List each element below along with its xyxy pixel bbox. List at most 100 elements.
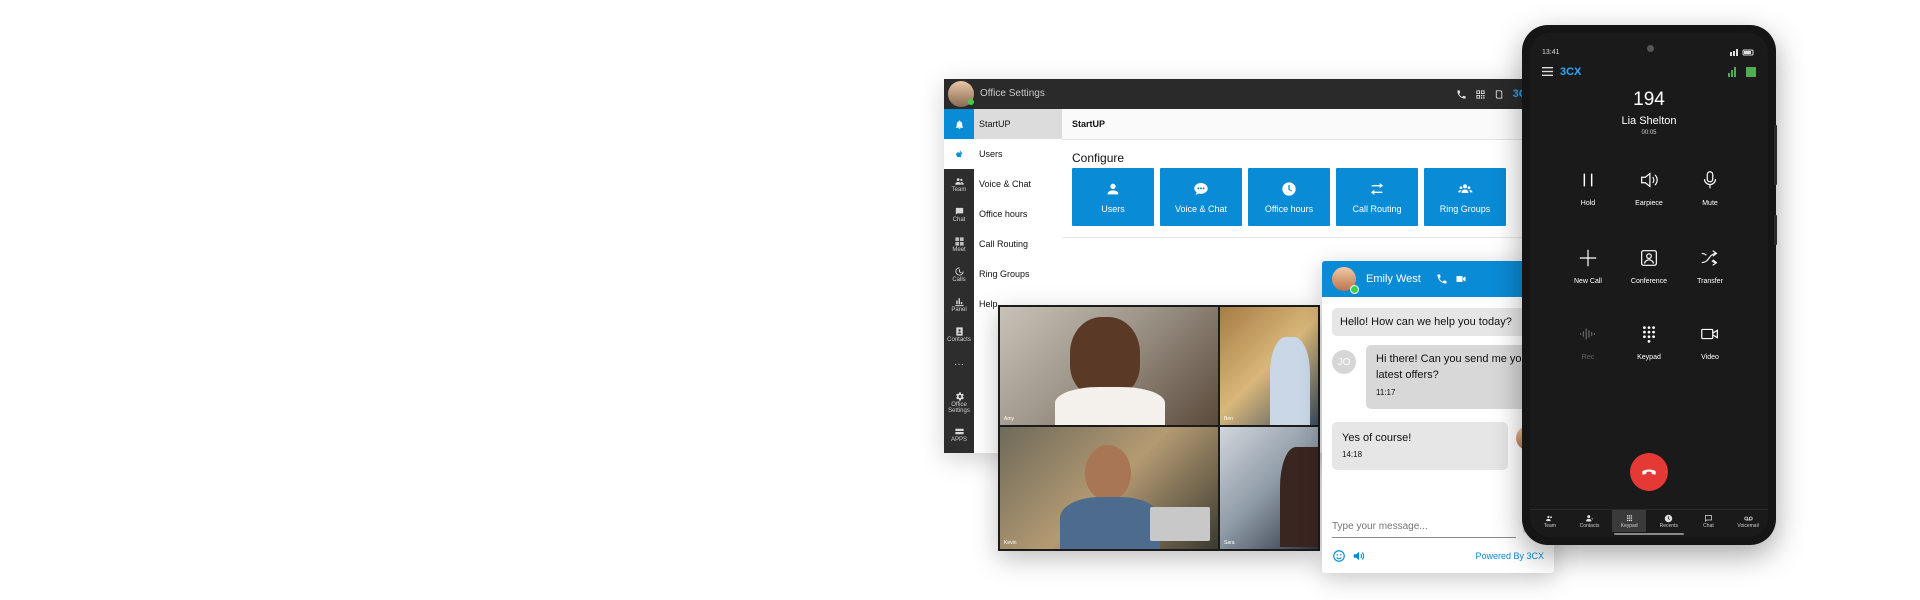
video-conference-grid: Amy Ben Kevin Sara	[998, 305, 1320, 551]
mobile-phone: 13:41 3CX 194 Lia Shelton 00:05 Hold Ear…	[1522, 25, 1777, 545]
menu-item-call-routing[interactable]: Call Routing	[974, 229, 1062, 259]
menu-item-startup[interactable]: StartUP	[974, 109, 1062, 139]
tile-voice-chat[interactable]: Voice & Chat	[1160, 168, 1242, 226]
camera-icon	[1647, 45, 1654, 52]
powered-by-link[interactable]: Powered By 3CX	[1475, 551, 1544, 561]
status-time: 13:41	[1542, 49, 1560, 56]
meet-icon	[954, 236, 964, 246]
window-title: Office Settings	[980, 88, 1045, 99]
nav-recents[interactable]: Recents	[1652, 510, 1686, 532]
rail-item-notifications[interactable]	[944, 109, 974, 139]
book-icon[interactable]	[1494, 89, 1505, 100]
mute-button[interactable]: Mute	[1680, 169, 1740, 207]
swap-arrows-icon	[1371, 182, 1383, 195]
microphone-icon	[1703, 171, 1717, 189]
home-indicator	[1614, 533, 1684, 535]
nav-contacts[interactable]: Contacts	[1572, 510, 1606, 532]
nav-label: Voicemail	[1737, 522, 1759, 529]
video-tile[interactable]: Amy	[1000, 307, 1218, 425]
nav-label: Contacts	[1579, 522, 1600, 529]
caller-name: Lia Shelton	[1621, 115, 1677, 127]
apple-icon	[955, 150, 962, 157]
menu-item-ring-groups[interactable]: Ring Groups	[974, 259, 1062, 289]
record-button[interactable]: Rec	[1558, 323, 1618, 361]
tile-office-hours[interactable]: Office hours	[1248, 168, 1330, 226]
keypad-icon	[1626, 514, 1632, 521]
divider	[1062, 237, 1534, 238]
phone-icon[interactable]	[1436, 273, 1448, 285]
hamburger-menu-icon[interactable]	[1542, 67, 1553, 76]
brand-logo: 3CX	[1560, 66, 1582, 78]
video-tile[interactable]: Ben	[1220, 307, 1318, 425]
rail-item-apple[interactable]	[944, 139, 974, 169]
nav-label: Team	[1543, 522, 1556, 529]
rail-item-panel[interactable]: Panel	[944, 289, 974, 319]
agent-name: Emily West	[1366, 273, 1421, 285]
side-button	[1774, 125, 1777, 185]
message-input-field[interactable]	[1332, 517, 1516, 538]
presence-dot	[968, 99, 974, 105]
rail-item-more[interactable]: ···	[944, 349, 974, 379]
speaker-icon[interactable]	[1352, 549, 1366, 563]
apps-icon	[954, 428, 964, 434]
tile-users[interactable]: Users	[1072, 168, 1154, 226]
message-input[interactable]	[1332, 517, 1512, 535]
menu-item-users[interactable]: Users	[974, 139, 1062, 169]
team-icon	[954, 177, 964, 185]
gear-icon	[955, 391, 964, 401]
button-label: Transfer	[1697, 278, 1723, 285]
phone-icon[interactable]	[1456, 89, 1467, 100]
icon-rail: Team Chat Meet Calls Panel Contacts ··· …	[944, 109, 974, 453]
rail-item-apps[interactable]: APPS	[944, 419, 974, 449]
rail-item-calls[interactable]: Calls	[944, 259, 974, 289]
participant-figure	[1085, 445, 1131, 501]
rail-item-office-settings[interactable]: Office Settings	[944, 385, 974, 419]
earpiece-button[interactable]: Earpiece	[1619, 169, 1679, 207]
video-button[interactable]: Video	[1680, 323, 1740, 361]
phone-screen: 13:41 3CX 194 Lia Shelton 00:05 Hold Ear…	[1530, 33, 1768, 537]
rail-label-contacts: Contacts	[947, 336, 971, 343]
rail-item-chat[interactable]: Chat	[944, 199, 974, 229]
live-chat-widget: Emily West Hello! How can we help you to…	[1322, 261, 1554, 573]
keypad-button[interactable]: Keypad	[1619, 323, 1679, 361]
transfer-button[interactable]: Transfer	[1680, 247, 1740, 285]
rail-label-team: Team	[951, 186, 967, 193]
video-tile[interactable]: Kevin	[1000, 427, 1218, 549]
hold-button[interactable]: Hold	[1558, 169, 1618, 207]
nav-voicemail[interactable]: Voicemail	[1731, 510, 1765, 532]
agent-message: Yes of course! 14:18	[1332, 422, 1508, 470]
hang-up-button[interactable]	[1630, 453, 1668, 491]
tile-call-routing[interactable]: Call Routing	[1336, 168, 1418, 226]
video-tile[interactable]: Sara	[1220, 427, 1318, 549]
nav-team[interactable]: Team	[1533, 510, 1567, 532]
rail-label-apps: APPS	[950, 436, 967, 443]
panel-icon	[954, 297, 964, 306]
tile-ring-groups[interactable]: Ring Groups	[1424, 168, 1506, 226]
emoji-icon[interactable]	[1332, 549, 1346, 563]
video-camera-icon[interactable]	[1454, 273, 1468, 285]
contacts-icon	[955, 326, 963, 336]
tile-label: Users	[1101, 203, 1125, 214]
menu-item-voice-chat[interactable]: Voice & Chat	[974, 169, 1062, 199]
rail-item-contacts[interactable]: Contacts	[944, 319, 974, 349]
qr-icon[interactable]	[1475, 89, 1486, 100]
page-title: StartUP	[1072, 119, 1106, 129]
nav-label: Keypad	[1620, 522, 1638, 529]
call-timer: 00:05	[1641, 130, 1657, 136]
rail-item-team[interactable]: Team	[944, 169, 974, 199]
visitor-avatar: JO	[1332, 350, 1356, 374]
nav-keypad[interactable]: Keypad	[1612, 510, 1647, 532]
new-call-button[interactable]: New Call	[1558, 247, 1618, 285]
clock-icon	[1282, 181, 1296, 196]
signal-icon	[1728, 67, 1756, 77]
button-label: Conference	[1630, 278, 1668, 285]
menu-item-label: Voice & Chat	[979, 179, 1032, 189]
side-button	[1774, 215, 1777, 245]
rail-item-meet[interactable]: Meet	[944, 229, 974, 259]
conference-button[interactable]: Conference	[1619, 247, 1679, 285]
rail-label-chat: Chat	[952, 216, 966, 223]
message-text: Yes of course!	[1342, 432, 1412, 444]
app-bar: 3CX	[1530, 61, 1768, 83]
menu-item-office-hours[interactable]: Office hours	[974, 199, 1062, 229]
nav-chat[interactable]: Chat	[1691, 510, 1725, 532]
